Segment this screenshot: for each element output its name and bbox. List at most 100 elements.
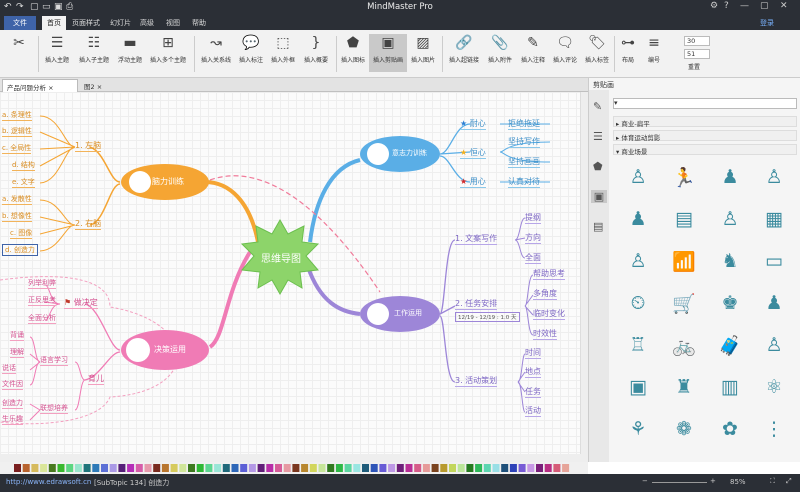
layout-button[interactable]: ⊶ 布局 bbox=[616, 34, 640, 64]
clipart-thumbnail[interactable]: ♚ bbox=[717, 292, 743, 314]
insert-subtopic-button[interactable]: ☷ 插入子主题 bbox=[76, 34, 112, 64]
color-swatch[interactable] bbox=[40, 464, 48, 472]
color-swatch[interactable] bbox=[379, 464, 387, 472]
clipart-thumbnail[interactable]: ♙ bbox=[761, 334, 787, 356]
subtopic-right-brain[interactable]: 2. 右脑 bbox=[75, 218, 102, 230]
color-swatch[interactable] bbox=[362, 464, 369, 472]
will-item[interactable]: ★ 耐心 bbox=[460, 118, 486, 130]
fit-page-icon[interactable]: ⛶ bbox=[770, 477, 775, 486]
leaf[interactable]: 时效性 bbox=[533, 328, 557, 340]
color-swatch[interactable] bbox=[118, 464, 126, 472]
clipart-thumbnail[interactable]: 📶 bbox=[671, 250, 697, 273]
clipart-thumbnail[interactable]: ▦ bbox=[761, 208, 787, 230]
leaf[interactable]: b. 逻辑性 bbox=[2, 126, 32, 137]
clipart-search-select[interactable]: ▾ bbox=[613, 98, 797, 109]
color-swatch[interactable] bbox=[449, 464, 456, 472]
clipart-thumbnail[interactable]: ♙ bbox=[625, 166, 651, 188]
color-swatch[interactable] bbox=[188, 464, 195, 472]
color-swatch[interactable] bbox=[292, 464, 300, 472]
insert-attachment-button[interactable]: 📎 插入附件 bbox=[484, 34, 516, 64]
color-swatch[interactable] bbox=[57, 464, 65, 472]
color-swatch[interactable] bbox=[344, 464, 352, 472]
color-swatch[interactable] bbox=[275, 464, 282, 472]
insert-tag-button[interactable]: 🏷 插入标签 bbox=[582, 34, 612, 64]
color-swatch[interactable] bbox=[83, 464, 91, 472]
color-swatch[interactable] bbox=[144, 464, 152, 472]
work-branch[interactable]: 1. 文案写作 bbox=[455, 233, 498, 245]
leaf-selected[interactable]: d. 创造力 bbox=[2, 244, 38, 256]
color-swatch[interactable] bbox=[527, 464, 535, 472]
zoom-slider[interactable] bbox=[652, 482, 707, 483]
work-branch[interactable]: 3. 活动策划 bbox=[455, 375, 498, 387]
color-swatch[interactable] bbox=[536, 464, 543, 472]
clipart-thumbnail[interactable]: ♙ bbox=[625, 250, 651, 272]
clipart-thumbnail[interactable]: 🚲 bbox=[671, 334, 697, 357]
menu-help[interactable]: 帮助 bbox=[192, 18, 206, 28]
insert-image-button[interactable]: ▨ 插入图片 bbox=[408, 34, 438, 64]
color-swatch[interactable] bbox=[22, 464, 30, 472]
color-swatch[interactable] bbox=[466, 464, 474, 472]
clipart-thumbnail[interactable]: ♙ bbox=[717, 208, 743, 230]
clipart-thumbnail[interactable]: ♙ bbox=[761, 166, 787, 188]
clipart-thumbnail[interactable]: ♟ bbox=[625, 208, 651, 230]
leaf[interactable]: 认真对待 bbox=[508, 176, 540, 188]
category-business-flat[interactable]: ▸ 商业-扁平 bbox=[613, 116, 797, 128]
color-swatch[interactable] bbox=[214, 464, 222, 472]
will-item[interactable]: ★ 用心 bbox=[460, 176, 486, 188]
clipart-thumbnail[interactable]: ▥ bbox=[717, 376, 743, 398]
maximize-icon[interactable]: ▢ bbox=[760, 1, 769, 11]
color-swatch[interactable] bbox=[388, 464, 396, 472]
vertical-scrollbar[interactable] bbox=[580, 92, 588, 454]
leaf[interactable]: 坚持画画 bbox=[508, 156, 540, 168]
horizontal-scrollbar[interactable] bbox=[0, 454, 588, 462]
will-item[interactable]: ★ 恒心 bbox=[460, 147, 486, 159]
insert-comment-button[interactable]: 🗨 插入评论 bbox=[550, 34, 580, 64]
brain-topic[interactable]: 脑力训练 bbox=[152, 176, 184, 187]
color-swatch[interactable] bbox=[562, 464, 570, 472]
color-swatch[interactable] bbox=[14, 464, 21, 472]
leaf[interactable]: 说话 bbox=[2, 363, 16, 374]
leaf[interactable]: 正反思考 bbox=[28, 295, 56, 306]
sub-branch[interactable]: 联想培养 bbox=[40, 403, 68, 414]
color-swatch[interactable] bbox=[422, 464, 430, 472]
color-swatch[interactable] bbox=[544, 464, 552, 472]
login-link[interactable]: 登录 bbox=[760, 18, 774, 28]
insert-icon-button[interactable]: ⬟ 插入图标 bbox=[338, 34, 368, 64]
leaf[interactable]: 帮助思考 bbox=[533, 268, 565, 280]
leaf[interactable]: 创造力 bbox=[2, 398, 23, 409]
leaf[interactable]: 列举利弊 bbox=[28, 278, 56, 289]
color-swatch[interactable] bbox=[370, 464, 378, 472]
color-swatch[interactable] bbox=[161, 464, 169, 472]
clipart-thumbnail[interactable]: ▣ bbox=[625, 376, 651, 398]
clipart-thumbnail[interactable]: ⚛ bbox=[761, 376, 787, 398]
leaf[interactable]: c. 全局性 bbox=[2, 143, 32, 154]
color-swatch[interactable] bbox=[518, 464, 526, 472]
leaf[interactable]: 理解 bbox=[10, 347, 24, 358]
insert-summary-button[interactable]: } 插入概要 bbox=[300, 34, 332, 64]
fullscreen-icon[interactable]: ⤢ bbox=[786, 477, 792, 486]
color-swatch[interactable] bbox=[405, 464, 413, 472]
leaf[interactable]: a. 条理性 bbox=[2, 110, 32, 121]
color-swatch[interactable] bbox=[431, 464, 439, 472]
menu-advanced[interactable]: 高级 bbox=[140, 18, 154, 28]
clipart-thumbnail[interactable]: ❁ bbox=[671, 418, 697, 440]
clipart-thumbnail[interactable]: ▤ bbox=[671, 208, 697, 230]
color-swatch[interactable] bbox=[66, 464, 74, 472]
tab-product-analysis[interactable]: 产品问题分析 × bbox=[2, 79, 78, 92]
leaf[interactable]: 地点 bbox=[525, 366, 541, 378]
leaf[interactable]: 文件因 bbox=[2, 379, 23, 390]
clipart-thumbnail[interactable]: ♟ bbox=[761, 292, 787, 314]
color-swatch[interactable] bbox=[248, 464, 256, 472]
mark-icon[interactable]: ⬟ bbox=[593, 160, 603, 173]
clipart-thumbnail[interactable]: ▭ bbox=[761, 250, 787, 272]
insert-hyperlink-button[interactable]: 🔗 插入超链接 bbox=[446, 34, 482, 64]
insert-multiple-topics-button[interactable]: ⊞ 插入多个主题 bbox=[146, 34, 190, 64]
clipart-thumbnail[interactable]: 🧳 bbox=[717, 334, 743, 357]
decision-topic[interactable]: 决策运用 bbox=[154, 344, 186, 355]
color-swatch[interactable] bbox=[196, 464, 204, 472]
leaf[interactable]: 坚持写作 bbox=[508, 136, 540, 148]
clipart-thumbnail[interactable]: ♜ bbox=[671, 376, 697, 398]
clipart-thumbnail[interactable]: 🛒 bbox=[671, 292, 697, 315]
leaf[interactable]: 任务 bbox=[525, 386, 541, 398]
color-swatch[interactable] bbox=[301, 464, 309, 472]
